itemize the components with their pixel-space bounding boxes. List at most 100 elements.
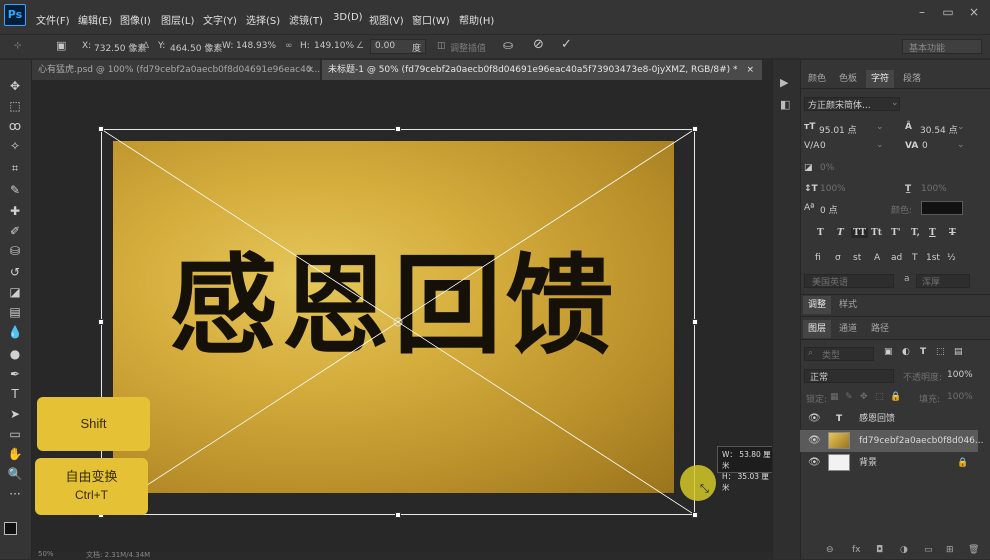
chevron-down-icon[interactable]: ⌄ — [957, 140, 965, 150]
tab-channels[interactable]: 通道 — [834, 320, 862, 338]
baseline-shift-icon: Aª — [804, 203, 815, 213]
chevron-down-icon[interactable]: ⌄ — [876, 140, 884, 150]
tracking-icon: VA — [905, 141, 919, 151]
properties-panel-icon[interactable]: ◧ — [780, 98, 790, 111]
text-color-swatch[interactable] — [921, 201, 963, 215]
key-free-transform-label: 自由变换 — [65, 469, 118, 484]
chevron-down-icon[interactable]: ⌄ — [876, 122, 884, 132]
fill-label: 填充: — [919, 395, 941, 405]
leading-field[interactable]: 30.54 点 — [920, 123, 958, 136]
blend-mode-label[interactable]: 正常 — [810, 370, 828, 383]
zoom-level[interactable]: 50% — [38, 550, 54, 558]
layer-row[interactable]: 👁 fd79cebf2a0aecb0f8d046... — [800, 430, 983, 452]
kerning-icon: V/A — [804, 141, 820, 151]
baseline-shift-field[interactable]: 0 点 — [820, 203, 838, 216]
faux-bold-button[interactable]: T — [817, 228, 824, 238]
language-label[interactable]: 美国英语 — [812, 275, 848, 288]
fill-field[interactable]: 100% — [947, 392, 973, 402]
underline-button[interactable]: T — [929, 228, 936, 238]
history-panel-icon[interactable]: ▶ — [780, 76, 788, 89]
tab-color[interactable]: 颜色 — [803, 70, 831, 88]
anti-alias-icon: a — [904, 274, 910, 284]
tab-styles[interactable]: 样式 — [834, 296, 862, 314]
horizontal-scale-field[interactable]: 100% — [921, 184, 947, 194]
small-caps-button[interactable]: Tt — [871, 228, 882, 238]
vertical-scale-field[interactable]: 100% — [820, 184, 846, 194]
chevron-down-icon[interactable]: ⌄ — [957, 122, 965, 132]
tab-layers[interactable]: 图层 — [803, 320, 832, 338]
font-size-field[interactable]: 95.01 点 — [819, 123, 857, 136]
key-ctrl-t-label: Ctrl+T — [75, 488, 108, 502]
leading-icon: Â — [905, 122, 912, 132]
panel-divider — [800, 316, 990, 317]
stylistic-alternates-button[interactable]: ad — [891, 253, 902, 263]
anti-alias-label[interactable]: 浑厚 — [922, 275, 940, 288]
transform-handle-br[interactable] — [692, 512, 698, 518]
transform-handle-t[interactable] — [395, 126, 401, 132]
tooltip-width: W： 53.80 厘米 — [722, 450, 771, 470]
color-label: 颜色: — [891, 206, 913, 216]
transform-handle-l[interactable] — [98, 319, 104, 325]
ligatures-button[interactable]: fi — [815, 253, 821, 263]
lock-all-icon[interactable]: 🔒 — [890, 392, 901, 402]
status-bar: 50% 文档: 2.31M/4.34M — [32, 550, 772, 559]
filter-adjustment-icon[interactable]: ◐ — [902, 347, 910, 357]
transform-handle-r[interactable] — [692, 319, 698, 325]
kerning-field[interactable]: 0 — [820, 141, 826, 151]
layer-name: 感恩回馈 — [859, 414, 896, 424]
link-layers-icon[interactable]: ⊖ — [826, 545, 834, 555]
fractions-button[interactable]: ½ — [947, 253, 956, 263]
add-mask-icon[interactable]: ◘ — [876, 545, 883, 555]
transform-handle-b[interactable] — [395, 512, 401, 518]
superscript-button[interactable]: T' — [891, 228, 900, 238]
layer-row[interactable]: 👁 背景 🔒 — [800, 452, 978, 474]
filter-type-icon[interactable]: T — [920, 347, 926, 357]
tsume-field[interactable]: 0% — [820, 163, 834, 173]
ordinals-button[interactable]: 1st — [926, 253, 940, 263]
lock-transparent-icon[interactable]: ▦ — [830, 392, 839, 402]
swash-button[interactable]: A — [874, 253, 880, 263]
layer-style-icon[interactable]: fx — [852, 545, 861, 555]
new-layer-icon[interactable]: ⊞ — [946, 545, 954, 555]
key-shift-label: Shift — [80, 416, 107, 431]
eye-icon[interactable]: 👁 — [808, 408, 821, 430]
chevron-down-icon[interactable]: ⌄ — [891, 98, 899, 108]
strikethrough-button[interactable]: T — [949, 228, 956, 238]
tooltip-height: H： 35.03 厘米 — [722, 472, 769, 492]
eye-icon[interactable]: 👁 — [808, 430, 821, 452]
contextual-alternates-button[interactable]: σ — [835, 253, 841, 263]
filter-shape-icon[interactable]: ⬚ — [936, 347, 945, 357]
filter-pixel-icon[interactable]: ▣ — [884, 347, 893, 357]
lock-artboard-icon[interactable]: ⬚ — [875, 392, 884, 402]
tracking-field[interactable]: 0 — [922, 141, 928, 151]
tab-paths[interactable]: 路径 — [866, 320, 894, 338]
titling-alternates-button[interactable]: T — [912, 253, 918, 263]
lock-position-icon[interactable]: ✥ — [860, 392, 868, 402]
filter-smart-object-icon[interactable]: ▤ — [954, 347, 963, 357]
font-size-icon: ᴛT — [804, 122, 816, 132]
transform-bounding-box[interactable] — [101, 129, 695, 515]
faux-italic-button[interactable]: T — [837, 228, 844, 238]
layer-filter-label[interactable]: 类型 — [822, 348, 840, 361]
lock-pixels-icon[interactable]: ✎ — [845, 392, 853, 402]
layer-row[interactable]: 👁 T 感恩回馈 — [800, 408, 978, 430]
eye-icon[interactable]: 👁 — [808, 452, 821, 474]
group-icon[interactable]: ▭ — [924, 545, 933, 555]
tsume-icon: ◪ — [804, 163, 813, 173]
transform-handle-tr[interactable] — [692, 126, 698, 132]
panel-divider — [800, 294, 990, 295]
all-caps-button[interactable]: TT — [851, 228, 869, 238]
delete-layer-icon[interactable]: 🗑 — [968, 545, 979, 555]
adjustment-layer-icon[interactable]: ◑ — [900, 545, 908, 555]
transform-handle-tl[interactable] — [98, 126, 104, 132]
discretionary-ligatures-button[interactable]: st — [853, 253, 861, 263]
layer-thumbnail — [828, 432, 850, 449]
font-family-label[interactable]: 方正颜宋简体... — [808, 98, 871, 111]
opacity-field[interactable]: 100% — [947, 370, 973, 380]
tab-character[interactable]: 字符 — [866, 70, 895, 88]
subscript-button[interactable]: T, — [911, 228, 920, 238]
tab-paragraph[interactable]: 段落 — [898, 70, 926, 88]
tab-adjustments[interactable]: 调整 — [803, 296, 832, 314]
tab-swatches[interactable]: 色板 — [834, 70, 862, 88]
layer-thumbnail — [828, 454, 850, 471]
